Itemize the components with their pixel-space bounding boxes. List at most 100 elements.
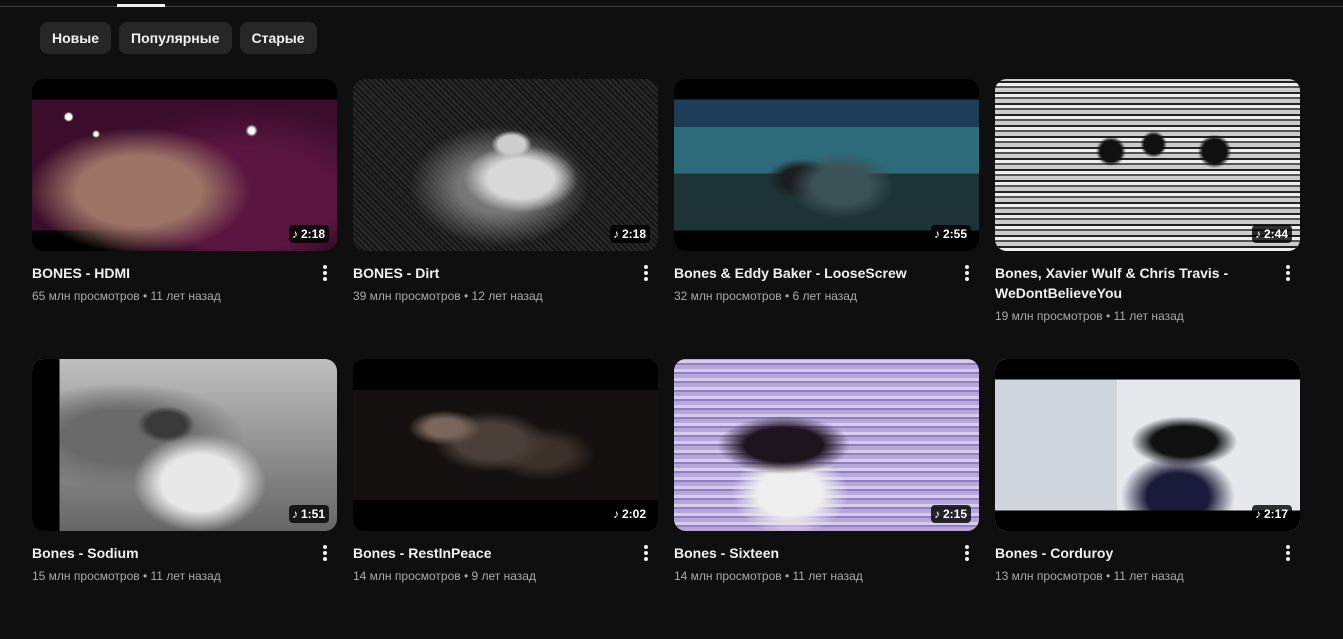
video-thumbnail[interactable]: ♪ 2:18 (353, 79, 658, 251)
duration-badge: ♪ 2:18 (288, 225, 329, 243)
music-note-icon: ♪ (1254, 507, 1261, 521)
active-tab-indicator (117, 4, 165, 7)
video-thumbnail[interactable]: ♪ 2:02 (353, 359, 658, 531)
stats-separator: • (1105, 569, 1114, 583)
duration-text: 2:15 (942, 507, 967, 521)
stats-separator: • (784, 569, 793, 583)
video-card[interactable]: ♪ 2:18 BONES - HDMI 65 млн просмотров • … (32, 79, 337, 359)
video-meta: Bones - RestInPeace 14 млн просмотров • … (353, 543, 658, 585)
more-vert-icon[interactable] (1276, 261, 1300, 285)
view-count: 39 млн просмотров (353, 289, 461, 303)
duration-badge: ♪ 2:15 (930, 505, 971, 523)
video-thumbnail[interactable]: ♪ 2:44 (995, 79, 1300, 251)
video-meta: Bones - Sixteen 14 млн просмотров • 11 л… (674, 543, 979, 585)
video-meta: BONES - HDMI 65 млн просмотров • 11 лет … (32, 263, 337, 305)
duration-badge: ♪ 1:51 (288, 505, 329, 523)
more-vert-icon[interactable] (955, 541, 979, 565)
video-meta: Bones, Xavier Wulf & Chris Travis - WeDo… (995, 263, 1300, 325)
video-meta: BONES - Dirt 39 млн просмотров • 12 лет … (353, 263, 658, 305)
stats-separator: • (463, 569, 472, 583)
duration-text: 2:02 (621, 507, 646, 521)
more-vert-icon[interactable] (1276, 541, 1300, 565)
more-vert-icon[interactable] (955, 261, 979, 285)
upload-age: 11 лет назад (150, 569, 221, 583)
tabs-divider (0, 6, 1343, 7)
duration-text: 2:44 (1263, 227, 1288, 241)
video-grid: ♪ 2:18 BONES - HDMI 65 млн просмотров • … (32, 79, 1300, 639)
music-note-icon: ♪ (933, 227, 940, 241)
music-note-icon: ♪ (291, 227, 298, 241)
music-note-icon: ♪ (933, 507, 940, 521)
chip-popular[interactable]: Популярные (119, 22, 232, 54)
video-card[interactable]: ♪ 2:17 Bones - Corduroy 13 млн просмотро… (995, 359, 1300, 639)
duration-text: 2:17 (1263, 507, 1288, 521)
duration-badge: ♪ 2:18 (609, 225, 650, 243)
video-card[interactable]: ♪ 2:44 Bones, Xavier Wulf & Chris Travis… (995, 79, 1300, 359)
stats-separator: • (142, 569, 151, 583)
video-title[interactable]: Bones - Sixteen (674, 543, 945, 563)
video-thumbnail[interactable]: ♪ 2:55 (674, 79, 979, 251)
video-title[interactable]: BONES - HDMI (32, 263, 303, 283)
music-note-icon: ♪ (1254, 227, 1261, 241)
video-stats: 13 млн просмотров • 11 лет назад (995, 567, 1266, 585)
video-stats: 19 млн просмотров • 11 лет назад (995, 307, 1266, 325)
video-stats: 14 млн просмотров • 9 лет назад (353, 567, 624, 585)
upload-age: 11 лет назад (150, 289, 221, 303)
more-vert-icon[interactable] (313, 541, 337, 565)
video-stats: 39 млн просмотров • 12 лет назад (353, 287, 624, 305)
stats-separator: • (1105, 309, 1114, 323)
duration-badge: ♪ 2:17 (1251, 505, 1292, 523)
video-stats: 32 млн просмотров • 6 лет назад (674, 287, 945, 305)
video-card[interactable]: ♪ 2:15 Bones - Sixteen 14 млн просмотров… (674, 359, 979, 639)
duration-text: 2:18 (621, 227, 646, 241)
video-title[interactable]: Bones - Sodium (32, 543, 303, 563)
stats-separator: • (463, 289, 472, 303)
view-count: 65 млн просмотров (32, 289, 140, 303)
upload-age: 11 лет назад (1113, 309, 1184, 323)
video-stats: 14 млн просмотров • 11 лет назад (674, 567, 945, 585)
video-title[interactable]: Bones - Corduroy (995, 543, 1266, 563)
video-stats: 15 млн просмотров • 11 лет назад (32, 567, 303, 585)
upload-age: 12 лет назад (471, 289, 543, 303)
video-meta: Bones - Sodium 15 млн просмотров • 11 ле… (32, 543, 337, 585)
duration-text: 1:51 (300, 507, 325, 521)
video-card[interactable]: ♪ 1:51 Bones - Sodium 15 млн просмотров … (32, 359, 337, 639)
view-count: 13 млн просмотров (995, 569, 1103, 583)
video-thumbnail[interactable]: ♪ 2:17 (995, 359, 1300, 531)
duration-badge: ♪ 2:44 (1251, 225, 1292, 243)
video-title[interactable]: Bones & Eddy Baker - LooseScrew (674, 263, 945, 283)
view-count: 19 млн просмотров (995, 309, 1103, 323)
video-title[interactable]: BONES - Dirt (353, 263, 624, 283)
music-note-icon: ♪ (612, 227, 619, 241)
duration-text: 2:55 (942, 227, 967, 241)
upload-age: 11 лет назад (792, 569, 863, 583)
more-vert-icon[interactable] (634, 541, 658, 565)
music-note-icon: ♪ (291, 507, 298, 521)
more-vert-icon[interactable] (313, 261, 337, 285)
upload-age: 6 лет назад (792, 289, 857, 303)
chip-old[interactable]: Старые (239, 22, 317, 54)
video-card[interactable]: ♪ 2:02 Bones - RestInPeace 14 млн просмо… (353, 359, 658, 639)
stats-separator: • (142, 289, 151, 303)
duration-badge: ♪ 2:55 (930, 225, 971, 243)
music-note-icon: ♪ (612, 507, 619, 521)
chip-new[interactable]: Новые (40, 22, 112, 54)
video-thumbnail[interactable]: ♪ 2:18 (32, 79, 337, 251)
view-count: 14 млн просмотров (674, 569, 782, 583)
video-title[interactable]: Bones - RestInPeace (353, 543, 624, 563)
video-card[interactable]: ♪ 2:18 BONES - Dirt 39 млн просмотров • … (353, 79, 658, 359)
video-thumbnail[interactable]: ♪ 2:15 (674, 359, 979, 531)
duration-badge: ♪ 2:02 (609, 505, 650, 523)
upload-age: 11 лет назад (1113, 569, 1184, 583)
view-count: 14 млн просмотров (353, 569, 461, 583)
video-stats: 65 млн просмотров • 11 лет назад (32, 287, 303, 305)
upload-age: 9 лет назад (471, 569, 536, 583)
video-card[interactable]: ♪ 2:55 Bones & Eddy Baker - LooseScrew 3… (674, 79, 979, 359)
video-title[interactable]: Bones, Xavier Wulf & Chris Travis - WeDo… (995, 263, 1266, 303)
video-meta: Bones - Corduroy 13 млн просмотров • 11 … (995, 543, 1300, 585)
stats-separator: • (784, 289, 793, 303)
video-thumbnail[interactable]: ♪ 1:51 (32, 359, 337, 531)
more-vert-icon[interactable] (634, 261, 658, 285)
duration-text: 2:18 (300, 227, 325, 241)
view-count: 15 млн просмотров (32, 569, 140, 583)
